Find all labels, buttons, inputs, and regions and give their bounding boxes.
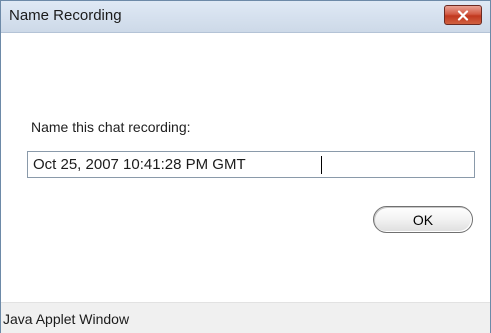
dialog-window: Name Recording Name this chat recording:… [0, 0, 491, 333]
applet-status-bar: Java Applet Window [1, 302, 490, 333]
close-icon [457, 9, 469, 21]
applet-warning-text: Java Applet Window [3, 311, 130, 327]
recording-name-input[interactable] [27, 151, 475, 178]
dialog-body: Name this chat recording: OK [1, 33, 490, 302]
ok-button[interactable]: OK [373, 206, 473, 233]
text-caret [321, 156, 322, 174]
recording-name-label: Name this chat recording: [31, 119, 191, 135]
title-bar[interactable]: Name Recording [1, 1, 490, 33]
close-button[interactable] [444, 5, 482, 25]
window-title: Name Recording [9, 7, 122, 24]
